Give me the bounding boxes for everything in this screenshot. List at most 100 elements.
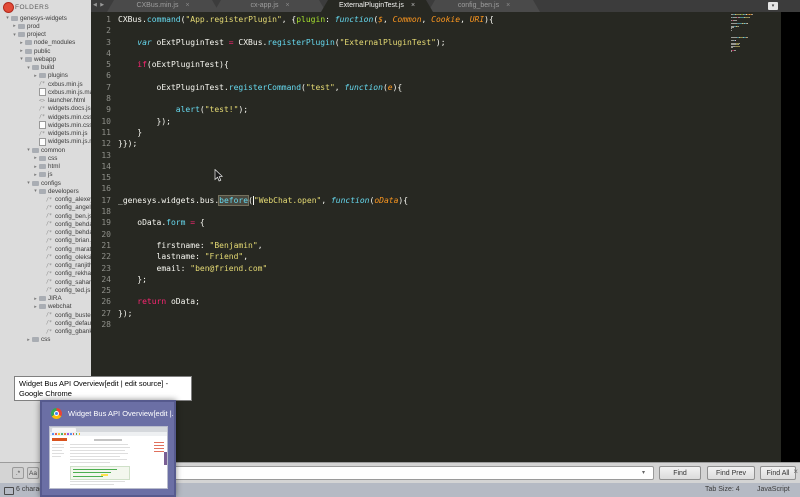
tree-item-common[interactable]: ▾common [0, 146, 91, 154]
doc-icon [39, 88, 48, 96]
tree-item-config-gbank-js[interactable]: /*config_gbank.js [0, 328, 91, 336]
tab-scroll-arrows[interactable]: ◀ ▶ [93, 2, 105, 8]
tree-item-configs[interactable]: ▾configs [0, 179, 91, 187]
tree-item-config-alexeyl-js[interactable]: /*config_alexeyl.js [0, 196, 91, 204]
find-prev-button[interactable]: Find Prev [707, 466, 755, 480]
tree-item-config-default-js[interactable]: /*config_default.js [0, 319, 91, 327]
chrome-icon [51, 408, 62, 419]
tree-item-label: config_behdan_v2 [55, 229, 91, 236]
js-icon: /* [46, 246, 55, 252]
chevron-right-icon[interactable]: ▸ [32, 73, 39, 79]
tree-item-js[interactable]: ▸js [0, 171, 91, 179]
tree-item-project[interactable]: ▾project [0, 31, 91, 39]
tree-item-config-behdan-v2[interactable]: /*config_behdan_v2 [0, 229, 91, 237]
chevron-down-icon[interactable]: ▾ [4, 15, 11, 21]
folder-icon [32, 181, 41, 186]
tree-item-label: config_default.js [55, 320, 91, 327]
find-button[interactable]: Find [659, 466, 701, 480]
close-find-icon[interactable]: × [793, 468, 798, 476]
tree-item-html[interactable]: ▸html [0, 163, 91, 171]
tree-item-widgets-min-css-ma[interactable]: widgets.min.css.ma [0, 121, 91, 129]
find-history-dropdown-icon[interactable]: ▾ [642, 469, 645, 476]
tree-item-label: config_behdan_v1 [55, 221, 91, 228]
tree-item-config-sahana-js[interactable]: /*config_sahana.js [0, 278, 91, 286]
taskbar-tooltip: Widget Bus API Overview[edit | edit sour… [14, 376, 192, 401]
tree-item-node-modules[interactable]: ▸node_modules [0, 39, 91, 47]
tree-item-config-rekha-js[interactable]: /*config_rekha.js [0, 270, 91, 278]
tab-cxbus-min-js[interactable]: CXBus.min.js× [107, 0, 219, 12]
tree-item-config-behdan-v1[interactable]: /*config_behdan_v1 [0, 220, 91, 228]
chevron-down-icon[interactable]: ▾ [25, 180, 32, 186]
tree-item-webapp[interactable]: ▾webapp [0, 55, 91, 63]
tree-item-config-brian-js[interactable]: /*config_brian.js [0, 237, 91, 245]
tree-item-build[interactable]: ▾build [0, 64, 91, 72]
tree-item-config-angelo-js[interactable]: /*config_angelo.js [0, 204, 91, 212]
tree-item-css[interactable]: ▸css [0, 154, 91, 162]
tree-item-label: config_oleksii.js [55, 254, 91, 261]
tree-item-widgets-docs-json[interactable]: /*widgets.docs.json [0, 105, 91, 113]
find-input[interactable] [130, 466, 654, 480]
chevron-down-icon[interactable]: ▾ [32, 188, 39, 194]
code-line: 8 [91, 93, 781, 104]
thumb-page-title [94, 439, 122, 441]
chevron-right-icon[interactable]: ▸ [32, 155, 39, 161]
folder-icon [39, 172, 48, 177]
tab-cx-app-js[interactable]: cx-app.js× [214, 0, 326, 12]
tab-close-icon[interactable]: × [506, 2, 510, 9]
code-line: 22 lastname: "Friend", [91, 251, 781, 262]
tree-item-genesys-widgets[interactable]: ▾genesys-widgets [0, 14, 91, 22]
tree-item-jira[interactable]: ▸JIRA [0, 295, 91, 303]
tree-item-config-buster-js[interactable]: /*config_buster.js [0, 311, 91, 319]
code-text: oData.form = { [118, 217, 205, 228]
tree-item-prod[interactable]: ▸prod [0, 22, 91, 30]
tree-item-public[interactable]: ▸public [0, 47, 91, 55]
chevron-down-icon[interactable]: ▾ [11, 32, 18, 38]
tree-item-config-marat-js[interactable]: /*config_marat.js [0, 245, 91, 253]
tab-close-icon[interactable]: × [411, 2, 415, 9]
tree-item-config-oleksii-js[interactable]: /*config_oleksii.js [0, 253, 91, 261]
chevron-down-icon[interactable]: ▾ [18, 56, 25, 62]
chevron-down-icon[interactable]: ▾ [25, 65, 32, 71]
taskbar-preview[interactable]: Widget Bus API Overview[edit |... [40, 400, 176, 497]
tree-item-launcher-html[interactable]: <>launcher.html [0, 97, 91, 105]
minimap[interactable] [731, 14, 777, 54]
tree-item-webchat[interactable]: ▸webchat [0, 303, 91, 311]
overflow-menu-icon[interactable]: ▾ [768, 2, 778, 10]
tab-size-indicator[interactable]: Tab Size: 4 [705, 486, 740, 493]
chevron-right-icon[interactable]: ▸ [18, 48, 25, 54]
code-line: 2 [91, 25, 781, 36]
tree-item-widgets-min-js[interactable]: /*widgets.min.js [0, 130, 91, 138]
tree-item-config-ted-js[interactable]: /*config_ted.js [0, 286, 91, 294]
tree-item-label: launcher.html [48, 97, 85, 104]
chevron-right-icon[interactable]: ▸ [32, 296, 39, 302]
tree-item-developers[interactable]: ▾developers [0, 187, 91, 195]
chevron-right-icon[interactable]: ▸ [11, 23, 18, 29]
chevron-right-icon[interactable]: ▸ [32, 304, 39, 310]
chevron-right-icon[interactable]: ▸ [25, 337, 32, 343]
tab-close-icon[interactable]: × [285, 2, 289, 9]
tree-item-cxbus-min-js-map[interactable]: cxbus.min.js.map [0, 88, 91, 96]
tree-item-cxbus-min-js[interactable]: /*cxbus.min.js [0, 80, 91, 88]
code-editor[interactable]: 1CXBus.command("App.registerPlugin", {pl… [91, 12, 781, 462]
chrome-thumbnail[interactable] [49, 426, 168, 489]
find-all-button[interactable]: Find All [760, 466, 796, 480]
chevron-right-icon[interactable]: ▸ [18, 40, 25, 46]
line-number: 8 [91, 93, 118, 104]
tab-externalplugintest-js[interactable]: ExternalPluginTest.js× [321, 0, 433, 12]
syntax-indicator[interactable]: JavaScript [757, 486, 790, 493]
tab-config-ben-js[interactable]: config_ben.js× [428, 0, 540, 12]
regex-toggle[interactable]: .* [12, 467, 24, 479]
tree-item-config-ranjith-js[interactable]: /*config_ranjith.js [0, 262, 91, 270]
tree-item-widgets-min-css[interactable]: /*widgets.min.css [0, 113, 91, 121]
chevron-right-icon[interactable]: ▸ [32, 172, 39, 178]
tree-item-widgets-min-js-map[interactable]: widgets.min.js.map [0, 138, 91, 146]
tab-close-icon[interactable]: × [185, 2, 189, 9]
tree-item-css[interactable]: ▸css [0, 336, 91, 344]
tree-item-plugins[interactable]: ▸plugins [0, 72, 91, 80]
tree-item-config-ben-js[interactable]: /*config_ben.js [0, 212, 91, 220]
case-sensitive-toggle[interactable]: Aa [27, 467, 39, 479]
thumb-code-block [70, 466, 130, 480]
chevron-right-icon[interactable]: ▸ [32, 164, 39, 170]
chevron-down-icon[interactable]: ▾ [25, 147, 32, 153]
tree-item-label: widgets.min.css.ma [48, 122, 91, 129]
